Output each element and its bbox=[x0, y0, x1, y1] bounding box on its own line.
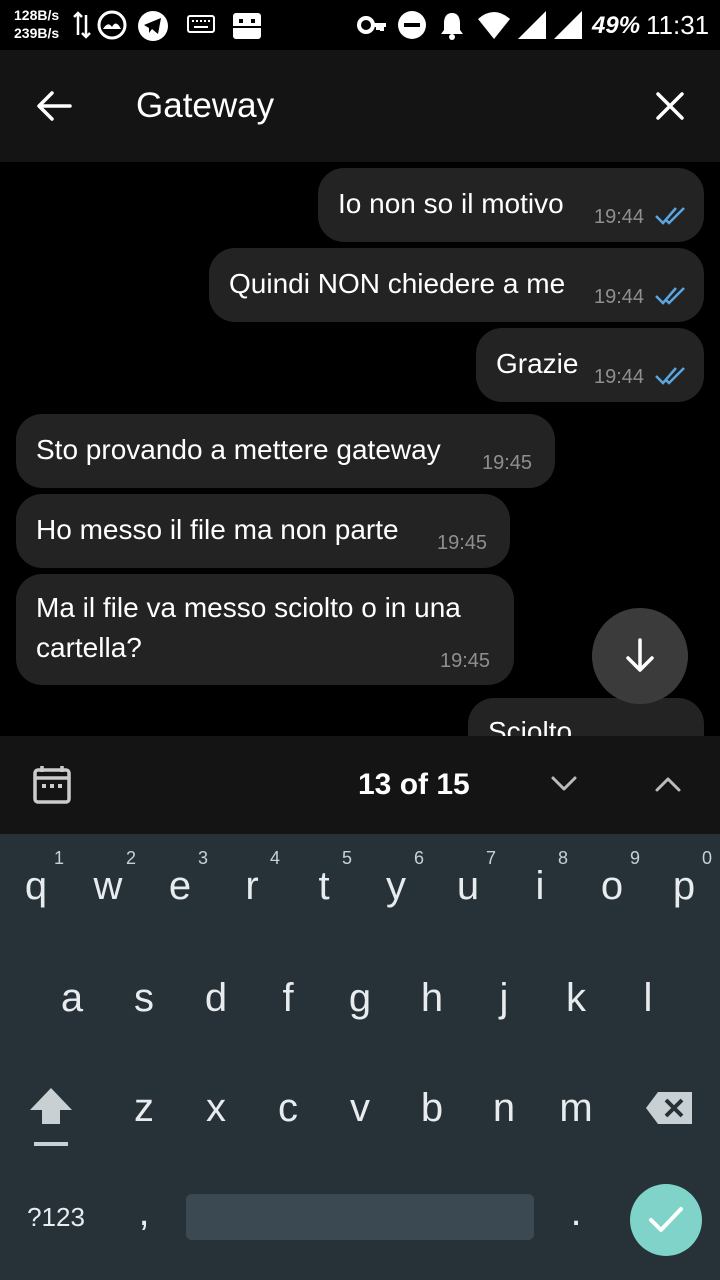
key-m[interactable]: m bbox=[540, 1086, 612, 1131]
key-u[interactable]: u bbox=[432, 864, 504, 909]
done-button[interactable] bbox=[630, 1184, 702, 1256]
search-navigation-bar: 13 of 15 bbox=[0, 736, 720, 834]
key-e[interactable]: e bbox=[144, 864, 216, 909]
key-i[interactable]: i bbox=[504, 864, 576, 909]
message-time: 19:45 bbox=[440, 650, 491, 672]
key-z[interactable]: z bbox=[108, 1086, 180, 1131]
net-down-speed: 239B/s bbox=[14, 25, 60, 41]
battery-percent: 49% bbox=[592, 12, 641, 39]
key-w[interactable]: w bbox=[72, 864, 144, 909]
key-o[interactable]: o bbox=[576, 864, 648, 909]
shift-icon[interactable] bbox=[26, 1084, 76, 1150]
message-bubble[interactable]: Quindi NON chiedere a me 19:44 bbox=[209, 248, 704, 322]
symbols-key[interactable]: ?123 bbox=[16, 1202, 96, 1233]
message-text: Sciolto bbox=[488, 716, 573, 736]
do-not-disturb-icon bbox=[398, 11, 426, 39]
key-y[interactable]: y bbox=[360, 864, 432, 909]
message-time: 19:44 bbox=[594, 286, 645, 308]
message-text: Quindi NON chiedere a me bbox=[229, 268, 566, 299]
key-v[interactable]: v bbox=[324, 1086, 396, 1131]
arrow-back-icon[interactable] bbox=[34, 88, 74, 124]
network-speed: 128B/s 239B/s bbox=[14, 6, 59, 42]
data-transfer-icon bbox=[73, 11, 91, 39]
space-bar[interactable] bbox=[186, 1194, 534, 1240]
key-x[interactable]: x bbox=[180, 1086, 252, 1131]
vpn-key-icon bbox=[357, 16, 386, 34]
key-s[interactable]: s bbox=[108, 976, 180, 1021]
key-l[interactable]: l bbox=[612, 976, 684, 1021]
message-text: Io non so il motivo bbox=[338, 188, 564, 219]
calendar-icon[interactable] bbox=[32, 764, 72, 806]
message-text-line-1: Ma il file va messo sciolto o in una bbox=[36, 592, 461, 623]
key-b[interactable]: b bbox=[396, 1086, 468, 1131]
message-time: 19:45 bbox=[482, 452, 533, 474]
telegram-icon bbox=[138, 11, 168, 41]
clock: 11:31 bbox=[646, 10, 710, 40]
key-p[interactable]: p bbox=[648, 864, 720, 909]
key-g[interactable]: g bbox=[324, 976, 396, 1021]
double-check-icon bbox=[655, 367, 685, 385]
message-bubble[interactable]: Ma il file va messo sciolto o in una car… bbox=[16, 574, 514, 685]
key-period[interactable]: . bbox=[540, 1190, 612, 1235]
check-icon bbox=[649, 1207, 683, 1232]
wifi-icon bbox=[478, 12, 510, 39]
key-t[interactable]: t bbox=[288, 864, 360, 909]
message-bubble[interactable]: Ho messo il file ma non parte 19:45 bbox=[16, 494, 510, 568]
android-icon bbox=[233, 13, 261, 39]
key-n[interactable]: n bbox=[468, 1086, 540, 1131]
signal-icon bbox=[518, 11, 546, 39]
key-j[interactable]: j bbox=[468, 976, 540, 1021]
message-text: Ho messo il file ma non parte bbox=[36, 514, 399, 545]
alarm-icon bbox=[441, 13, 463, 40]
net-up-speed: 128B/s bbox=[14, 7, 60, 23]
key-h[interactable]: h bbox=[396, 976, 468, 1021]
status-bar: 128B/s 239B/s 49% 11:31 bbox=[0, 0, 720, 50]
key-f[interactable]: f bbox=[252, 976, 324, 1021]
message-bubble[interactable]: Io non so il motivo 19:44 bbox=[318, 168, 704, 242]
close-icon[interactable] bbox=[654, 90, 686, 122]
key-k[interactable]: k bbox=[540, 976, 612, 1021]
message-time: 19:44 bbox=[594, 366, 645, 388]
chevron-down-icon[interactable] bbox=[550, 774, 578, 794]
keyboard-icon bbox=[187, 15, 215, 33]
message-text: Sto provando a mettere gateway bbox=[36, 434, 441, 465]
sync-app-icon bbox=[97, 10, 127, 40]
double-check-icon bbox=[655, 207, 685, 225]
message-text: Grazie bbox=[496, 348, 579, 379]
double-check-icon bbox=[655, 287, 685, 305]
signal-icon-2 bbox=[554, 11, 582, 39]
key-r[interactable]: r bbox=[216, 864, 288, 909]
message-text-line-2: cartella? bbox=[36, 632, 142, 663]
message-time: 19:45 bbox=[437, 532, 488, 554]
message-bubble[interactable]: Grazie 19:44 bbox=[476, 328, 704, 402]
key-c[interactable]: c bbox=[252, 1086, 324, 1131]
chevron-up-icon[interactable] bbox=[654, 774, 682, 794]
search-query[interactable]: Gateway bbox=[136, 86, 274, 126]
key-a[interactable]: a bbox=[36, 976, 108, 1021]
scroll-down-button[interactable] bbox=[592, 608, 688, 704]
message-bubble[interactable]: Sto provando a mettere gateway 19:45 bbox=[16, 414, 555, 488]
search-header: Gateway bbox=[0, 50, 720, 162]
message-time: 19:44 bbox=[594, 206, 645, 228]
result-counter: 13 of 15 bbox=[358, 768, 470, 801]
keyboard: 1 2 3 4 5 6 7 8 9 0 q w e r t y u i o p … bbox=[0, 834, 720, 1280]
key-d[interactable]: d bbox=[180, 976, 252, 1021]
message-bubble[interactable]: Sciolto bbox=[468, 698, 704, 736]
key-comma[interactable]: , bbox=[108, 1190, 180, 1235]
arrow-down-icon bbox=[626, 638, 654, 672]
backspace-icon[interactable] bbox=[644, 1090, 694, 1126]
key-q[interactable]: q bbox=[0, 864, 72, 909]
